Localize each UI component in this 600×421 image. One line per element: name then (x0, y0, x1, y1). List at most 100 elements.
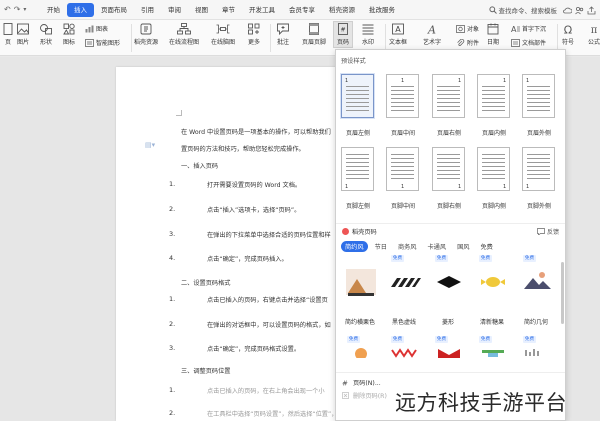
free-badge: 免费 (391, 336, 404, 343)
search-icon (488, 6, 497, 14)
document-page[interactable] (116, 67, 364, 421)
docer-page-number-card[interactable] (340, 255, 380, 313)
attachment-button[interactable]: 附件 (456, 38, 479, 47)
online-mindmap-button[interactable]: 在线脑图 (211, 23, 235, 46)
page-number-style-footer-3[interactable]: 1 (432, 147, 465, 191)
menu-tab[interactable]: 会员专享 (282, 3, 322, 17)
object-button[interactable]: 对象 (456, 24, 479, 33)
page-number-settings-item[interactable]: # 页码(N)... (342, 378, 381, 388)
docer-page-number-card[interactable]: 免费 (384, 255, 424, 313)
collaborate-icon[interactable] (575, 6, 584, 15)
menu-tab[interactable]: 开始 (40, 3, 67, 17)
paragraph-handle-icon[interactable]: ▤▾ (145, 141, 155, 149)
menu-tab[interactable]: 批改服务 (362, 3, 402, 17)
header-footer-button[interactable]: 页眉页脚 (302, 23, 326, 46)
site-watermark: 远方科技手游平台 (395, 391, 567, 415)
thumbnail-line (437, 170, 460, 171)
quick-access-toolbar: ↶ ↷ ▾ (0, 5, 40, 14)
free-badge: 免费 (391, 255, 404, 262)
online-flowchart-button[interactable]: 在线流程图 (169, 23, 199, 46)
category-tab[interactable]: 免费 (476, 241, 496, 252)
thumbnail-line (346, 106, 369, 107)
card-preview-image (432, 265, 466, 299)
docer-page-number-card[interactable]: 免费 (340, 336, 380, 366)
page-number-style-header-3[interactable]: 1 (432, 74, 465, 118)
thumbnail-line (391, 98, 414, 99)
category-tab[interactable]: 国风 (453, 241, 473, 252)
docer-page-number-card[interactable]: 免费 (516, 336, 556, 366)
page-number-style-footer-1[interactable]: 1 (341, 147, 374, 191)
thumbnail-line (346, 178, 369, 179)
feedback-link[interactable]: 反馈 (537, 227, 559, 236)
thumbnail-page-number: 1 (503, 184, 507, 190)
panel-scrollbar[interactable] (561, 262, 564, 324)
icons-button[interactable]: 图标 (62, 23, 76, 46)
category-tab[interactable]: 简约风 (341, 241, 368, 252)
smart-graphic-button[interactable]: 智能图形 (85, 38, 120, 47)
watermark-button[interactable]: 水印 (361, 23, 375, 46)
delete-page-number-item[interactable]: 删除页码(R) (342, 391, 387, 400)
page-number-style-header-5[interactable]: 1 (522, 74, 555, 118)
delete-page-number-label: 删除页码(R) (353, 393, 387, 400)
card-preview-image (520, 346, 554, 360)
redo-icon[interactable]: ↷ (14, 5, 21, 14)
thumbnail-line (527, 86, 550, 87)
doc-parts-button[interactable]: 文档部件 (511, 38, 546, 47)
cloud-sync-icon[interactable] (563, 6, 572, 15)
textbox-button[interactable]: A 文本框 (389, 23, 407, 46)
shape-button[interactable]: 形状 (39, 23, 53, 46)
docer-page-number-card[interactable]: 免费 (428, 255, 468, 313)
thumbnail-page-number: 1 (458, 78, 462, 84)
docer-page-number-card[interactable]: 免费 (516, 255, 556, 313)
symbol-label: 符号 (561, 39, 574, 46)
drop-cap-button[interactable]: A 首字下沉 (511, 24, 546, 34)
command-search[interactable]: 查找命令、搜索模板 (486, 3, 561, 17)
textbox-icon: A (392, 23, 404, 35)
card-preview-image (432, 346, 466, 360)
menu-tab[interactable]: 视图 (188, 3, 215, 17)
formula-button[interactable]: π 公式 (584, 23, 600, 46)
docer-resources-button[interactable]: 稻壳资源 (134, 23, 158, 46)
page-number-style-footer-4[interactable]: 1 (477, 147, 510, 191)
more-button[interactable]: 更多 (247, 23, 261, 46)
category-tab[interactable]: 商务风 (394, 241, 421, 252)
page-number-style-header-1[interactable]: 1 (341, 74, 374, 118)
thumbnail-line (391, 154, 414, 155)
page-number-button[interactable]: # 页码 (333, 21, 353, 48)
margin-corner-mark (176, 110, 182, 116)
chart-button[interactable]: 图表 (85, 24, 108, 33)
wordart-button[interactable]: A 艺术字 (423, 23, 441, 47)
category-tab[interactable]: 卡通风 (424, 241, 451, 252)
docer-page-number-card[interactable]: 免费 (384, 336, 424, 366)
docer-page-number-card[interactable]: 免费 (428, 336, 468, 366)
drop-cap-icon: A (511, 25, 520, 33)
comment-button[interactable]: 批注 (276, 23, 290, 46)
undo-icon[interactable]: ↶ (4, 5, 11, 14)
menu-tab[interactable]: 章节 (215, 3, 242, 17)
thumbnail-line (527, 166, 550, 167)
menu-tab[interactable]: 引用 (134, 3, 161, 17)
page-number-style-header-4[interactable]: 1 (477, 74, 510, 118)
menu-tab[interactable]: 开发工具 (242, 3, 282, 17)
list-item-text: 在弹出的下拉菜单中选择合适的页码位置和样 (207, 232, 331, 239)
page-number-style-footer-5[interactable]: 1 (522, 147, 555, 191)
thumbnail-page-number: 1 (345, 184, 349, 190)
chevron-down-icon[interactable]: ▾ (23, 6, 26, 13)
page-number-style-footer-2[interactable]: 1 (386, 147, 419, 191)
blank-page-button[interactable]: 页 (1, 23, 15, 46)
docer-page-number-card[interactable]: 免费 (472, 255, 512, 313)
menu-tab[interactable]: 页面布局 (94, 3, 134, 17)
docer-page-number-card[interactable]: 免费 (472, 336, 512, 366)
menu-tab[interactable]: 插入 (67, 2, 94, 17)
page-number-style-header-2[interactable]: 1 (386, 74, 419, 118)
date-button[interactable]: 日期 (486, 23, 500, 46)
symbol-button[interactable]: Ω 符号 (561, 23, 575, 47)
menu-tab[interactable]: 审阅 (161, 3, 188, 17)
date-label: 日期 (486, 39, 499, 46)
intro-paragraph-line: 置页码的方法和技巧，帮助您轻松完成操作。 (181, 146, 305, 153)
category-tab[interactable]: 节日 (371, 241, 391, 252)
menu-tab[interactable]: 稻壳资源 (322, 3, 362, 17)
picture-button[interactable]: 图片 (16, 23, 30, 46)
share-icon[interactable] (587, 5, 596, 15)
feedback-icon (537, 228, 545, 235)
